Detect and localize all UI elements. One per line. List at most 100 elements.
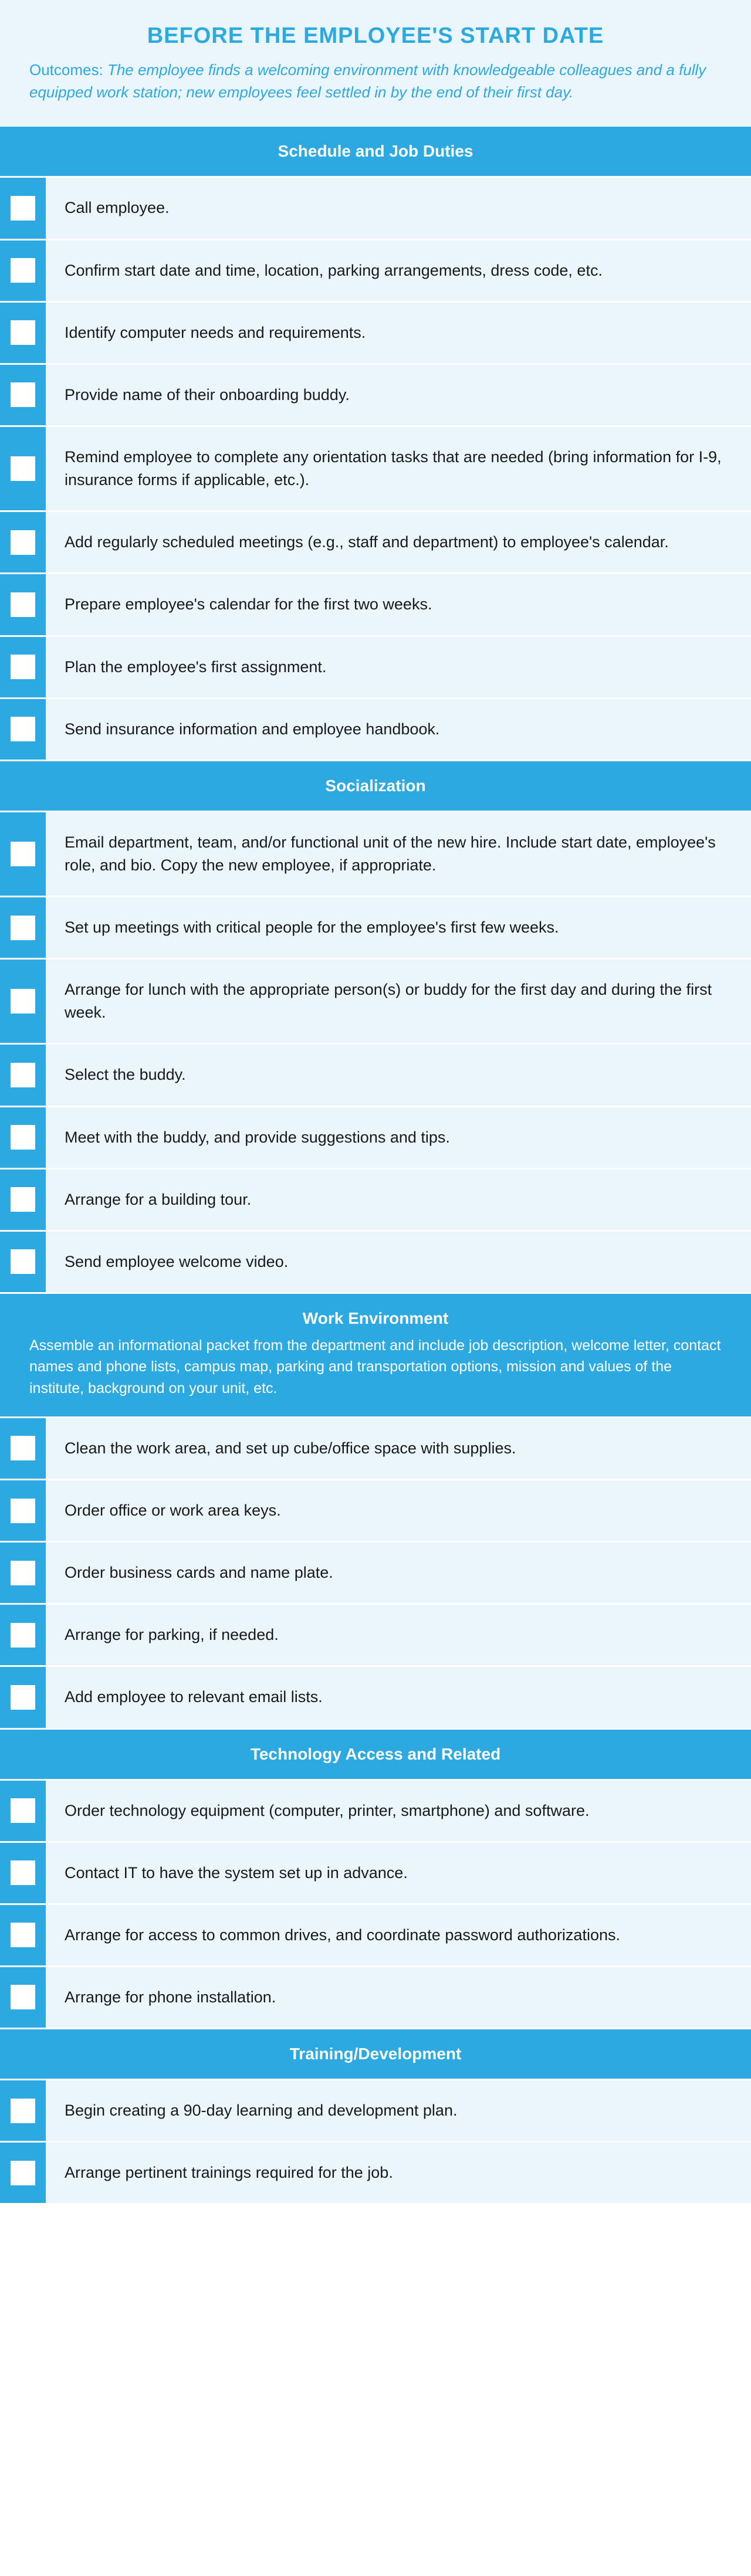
- outcomes-body: The employee finds a welcoming environme…: [29, 61, 706, 101]
- checkbox[interactable]: [11, 196, 35, 221]
- header-block: BEFORE THE EMPLOYEE'S START DATE Outcome…: [0, 0, 751, 127]
- checkbox[interactable]: [11, 1561, 35, 1585]
- checklist-row: Add regularly scheduled meetings (e.g., …: [0, 512, 751, 574]
- checklist-row: Arrange for lunch with the appropriate p…: [0, 960, 751, 1045]
- checklist-item-text: Clean the work area, and set up cube/off…: [46, 1418, 751, 1479]
- checkbox[interactable]: [11, 717, 35, 741]
- checklist-row: Clean the work area, and set up cube/off…: [0, 1418, 751, 1480]
- checklist-item-text: Add regularly scheduled meetings (e.g., …: [46, 512, 751, 572]
- section-header: Training/Development: [0, 2029, 751, 2080]
- checkbox-cell: [0, 1667, 46, 1727]
- checkbox-cell: [0, 1107, 46, 1168]
- checklist-item-text: Add employee to relevant email lists.: [46, 1667, 751, 1727]
- checklist-item-text: Meet with the buddy, and provide suggest…: [46, 1107, 751, 1168]
- checklist-row: Add employee to relevant email lists.: [0, 1667, 751, 1729]
- checklist-item-text: Send insurance information and employee …: [46, 699, 751, 760]
- checkbox-cell: [0, 699, 46, 760]
- checkbox[interactable]: [11, 1623, 35, 1648]
- checklist-item-text: Select the buddy.: [46, 1045, 751, 1105]
- section-header: Work Environment: [0, 1294, 751, 1335]
- checklist-row: Send employee welcome video.: [0, 1232, 751, 1294]
- checkbox-cell: [0, 1170, 46, 1230]
- checkbox[interactable]: [11, 1063, 35, 1087]
- checkbox-cell: [0, 303, 46, 363]
- checkbox[interactable]: [11, 1436, 35, 1460]
- checklist-row: Call employee.: [0, 178, 751, 240]
- checkbox[interactable]: [11, 1249, 35, 1274]
- checklist-item-text: Remind employee to complete any orientat…: [46, 427, 751, 510]
- checkbox[interactable]: [11, 1499, 35, 1523]
- checklist-item-text: Plan the employee's first assignment.: [46, 637, 751, 697]
- checkbox-cell: [0, 637, 46, 697]
- checkbox[interactable]: [11, 916, 35, 940]
- checklist-item-text: Prepare employee's calendar for the firs…: [46, 574, 751, 635]
- checkbox-cell: [0, 512, 46, 572]
- checklist-row: Order office or work area keys.: [0, 1480, 751, 1543]
- checklist-row: Send insurance information and employee …: [0, 699, 751, 761]
- checklist-item-text: Arrange for phone installation.: [46, 1967, 751, 2028]
- checkbox[interactable]: [11, 1860, 35, 1885]
- checkbox[interactable]: [11, 382, 35, 407]
- checklist-row: Set up meetings with critical people for…: [0, 897, 751, 960]
- checkbox[interactable]: [11, 1125, 35, 1150]
- checklist-row: Begin creating a 90-day learning and dev…: [0, 2080, 751, 2143]
- checklist-row: Arrange for a building tour.: [0, 1170, 751, 1232]
- checklist-row: Arrange pertinent trainings required for…: [0, 2143, 751, 2205]
- checklist-item-text: Identify computer needs and requirements…: [46, 303, 751, 363]
- checklist-item-text: Order office or work area keys.: [46, 1480, 751, 1541]
- checklist-row: Identify computer needs and requirements…: [0, 303, 751, 365]
- checklist-row: Email department, team, and/or functiona…: [0, 812, 751, 897]
- checkbox[interactable]: [11, 1923, 35, 1947]
- checkbox-cell: [0, 1232, 46, 1292]
- checklist-item-text: Arrange for a building tour.: [46, 1170, 751, 1230]
- checkbox[interactable]: [11, 1985, 35, 2009]
- checklist-row: Arrange for access to common drives, and…: [0, 1905, 751, 1967]
- checkbox[interactable]: [11, 842, 35, 866]
- checkbox[interactable]: [11, 989, 35, 1014]
- outcomes-label: Outcomes:: [29, 61, 107, 79]
- checkbox-cell: [0, 240, 46, 301]
- checkbox[interactable]: [11, 456, 35, 481]
- checkbox[interactable]: [11, 1187, 35, 1212]
- checklist-row: Order business cards and name plate.: [0, 1543, 751, 1605]
- checklist-item-text: Arrange for access to common drives, and…: [46, 1905, 751, 1965]
- checklist-item-text: Order technology equipment (computer, pr…: [46, 1781, 751, 1841]
- outcomes-text: Outcomes: The employee finds a welcoming…: [29, 59, 722, 103]
- checkbox-cell: [0, 812, 46, 896]
- checkbox[interactable]: [11, 258, 35, 283]
- checklist-item-text: Call employee.: [46, 178, 751, 238]
- checklist-row: Contact IT to have the system set up in …: [0, 1843, 751, 1905]
- checkbox[interactable]: [11, 592, 35, 617]
- checklist-row: Select the buddy.: [0, 1045, 751, 1107]
- checkbox-cell: [0, 1605, 46, 1665]
- checklist-item-text: Contact IT to have the system set up in …: [46, 1843, 751, 1903]
- checklist-row: Prepare employee's calendar for the firs…: [0, 574, 751, 636]
- checklist-row: Arrange for parking, if needed.: [0, 1605, 751, 1667]
- sections-container: Schedule and Job DutiesCall employee.Con…: [0, 127, 751, 2205]
- checkbox[interactable]: [11, 2099, 35, 2123]
- checkbox[interactable]: [11, 530, 35, 555]
- checkbox-cell: [0, 574, 46, 635]
- checkbox[interactable]: [11, 1798, 35, 1823]
- checkbox-cell: [0, 1480, 46, 1541]
- checklist-row: Order technology equipment (computer, pr…: [0, 1781, 751, 1843]
- checkbox-cell: [0, 1543, 46, 1603]
- checkbox-cell: [0, 2143, 46, 2203]
- checkbox[interactable]: [11, 655, 35, 679]
- checkbox[interactable]: [11, 2161, 35, 2185]
- checklist-item-text: Arrange pertinent trainings required for…: [46, 2143, 751, 2203]
- checklist-item-text: Arrange for lunch with the appropriate p…: [46, 960, 751, 1043]
- checkbox-cell: [0, 1045, 46, 1105]
- checklist-item-text: Begin creating a 90-day learning and dev…: [46, 2080, 751, 2141]
- checklist-row: Provide name of their onboarding buddy.: [0, 365, 751, 427]
- checklist-row: Arrange for phone installation.: [0, 1967, 751, 2029]
- checkbox[interactable]: [11, 1685, 35, 1710]
- checklist-item-text: Email department, team, and/or functiona…: [46, 812, 751, 896]
- checkbox-cell: [0, 1418, 46, 1479]
- section-description: Assemble an informational packet from th…: [0, 1335, 751, 1418]
- checkbox-cell: [0, 1843, 46, 1903]
- checkbox[interactable]: [11, 320, 35, 345]
- section-header: Technology Access and Related: [0, 1730, 751, 1781]
- checkbox-cell: [0, 427, 46, 510]
- checkbox-cell: [0, 2080, 46, 2141]
